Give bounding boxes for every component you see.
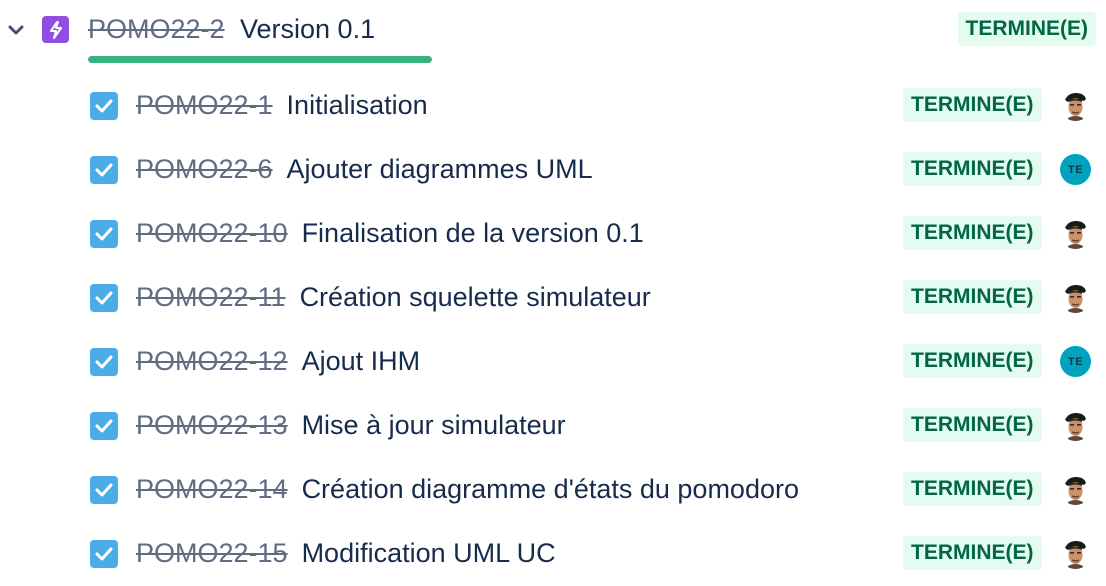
- issue-key-link[interactable]: POMO22-1: [136, 90, 273, 120]
- assignee-avatar[interactable]: [1060, 282, 1091, 313]
- issue-summary: Ajouter diagrammes UML: [286, 154, 593, 184]
- status-badge[interactable]: TERMINE(E): [903, 88, 1042, 122]
- child-issue-row: POMO22-15 Modification UML UC TERMINE(E): [0, 522, 1106, 586]
- assignee-avatar[interactable]: TE: [1060, 154, 1091, 185]
- issue-summary: Finalisation de la version 0.1: [301, 218, 644, 248]
- status-badge[interactable]: TERMINE(E): [903, 536, 1042, 570]
- issue-key-link[interactable]: POMO22-14: [136, 474, 288, 504]
- child-issue-row: POMO22-11 Création squelette simulateur T…: [0, 266, 1106, 330]
- checkbox-checked-icon[interactable]: [90, 348, 118, 376]
- issue-summary: Création diagramme d'états du pomodoro: [301, 474, 799, 504]
- checkbox-checked-icon[interactable]: [90, 220, 118, 248]
- issue-summary: Initialisation: [286, 90, 428, 120]
- issue-summary: Mise à jour simulateur: [301, 410, 566, 440]
- avatar-photo-icon: [1060, 218, 1091, 249]
- status-badge[interactable]: TERMINE(E): [903, 472, 1042, 506]
- issue-text: POMO22-6 Ajouter diagrammes UML: [136, 152, 593, 186]
- checkbox-checked-icon[interactable]: [90, 156, 118, 184]
- checkbox-checked-icon[interactable]: [90, 284, 118, 312]
- status-badge[interactable]: TERMINE(E): [903, 344, 1042, 378]
- issue-text: POMO22-10 Finalisation de la version 0.1: [136, 216, 644, 250]
- checkbox-checked-icon[interactable]: [90, 540, 118, 568]
- child-issue-row: POMO22-14 Création diagramme d'états du p…: [0, 458, 1106, 522]
- lightning-icon: [42, 16, 69, 43]
- child-issue-row: POMO22-13 Mise à jour simulateur TERMINE(…: [0, 394, 1106, 458]
- issue-text: POMO22-13 Mise à jour simulateur: [136, 408, 566, 442]
- issue-key-link[interactable]: POMO22-11: [136, 282, 286, 312]
- avatar-photo-icon: [1060, 90, 1091, 121]
- checkbox-checked-icon[interactable]: [90, 476, 118, 504]
- epic-row: POMO22-2 Version 0.1 TERMINE(E): [0, 0, 1106, 63]
- issue-text: POMO22-12 Ajout IHM: [136, 344, 420, 378]
- issue-summary: Modification UML UC: [301, 538, 556, 568]
- issue-summary: Création squelette simulateur: [299, 282, 651, 312]
- issue-text: POMO22-14 Création diagramme d'états du p…: [136, 472, 799, 506]
- epic-progress-fill: [88, 56, 432, 63]
- issue-key-link[interactable]: POMO22-6: [136, 154, 273, 184]
- avatar-photo-icon: [1060, 410, 1091, 441]
- avatar-photo-icon: [1060, 282, 1091, 313]
- issue-summary: Ajout IHM: [301, 346, 421, 376]
- avatar-photo-icon: [1060, 474, 1091, 505]
- assignee-avatar[interactable]: [1060, 218, 1091, 249]
- child-issue-row: POMO22-10 Finalisation de la version 0.1 …: [0, 202, 1106, 266]
- child-issue-row: POMO22-12 Ajout IHM TERMINE(E) TE: [0, 330, 1106, 394]
- issue-key-link[interactable]: POMO22-13: [136, 410, 288, 440]
- child-issue-list: POMO22-1 Initialisation TERMINE(E) POMO22…: [0, 74, 1106, 586]
- assignee-avatar[interactable]: [1060, 474, 1091, 505]
- issue-key-link[interactable]: POMO22-10: [136, 218, 288, 248]
- issue-text: POMO22-11 Création squelette simulateur: [136, 280, 651, 314]
- epic-key-link[interactable]: POMO22-2: [88, 12, 225, 46]
- checkbox-checked-icon[interactable]: [90, 92, 118, 120]
- status-badge[interactable]: TERMINE(E): [903, 152, 1042, 186]
- epic-progress-bar: [88, 56, 432, 63]
- issue-text: POMO22-15 Modification UML UC: [136, 536, 556, 570]
- chevron-down-icon[interactable]: [6, 20, 26, 40]
- epic-status-badge[interactable]: TERMINE(E): [957, 12, 1096, 46]
- status-badge[interactable]: TERMINE(E): [903, 408, 1042, 442]
- issue-key-link[interactable]: POMO22-12: [136, 346, 288, 376]
- issue-key-link[interactable]: POMO22-15: [136, 538, 288, 568]
- assignee-avatar[interactable]: [1060, 538, 1091, 569]
- assignee-avatar[interactable]: TE: [1060, 346, 1091, 377]
- avatar-photo-icon: [1060, 538, 1091, 569]
- issue-text: POMO22-1 Initialisation: [136, 88, 428, 122]
- child-issue-row: POMO22-6 Ajouter diagrammes UML TERMINE(E…: [0, 138, 1106, 202]
- status-badge[interactable]: TERMINE(E): [903, 216, 1042, 250]
- epic-summary: Version 0.1: [240, 14, 376, 44]
- assignee-avatar[interactable]: [1060, 90, 1091, 121]
- status-badge[interactable]: TERMINE(E): [903, 280, 1042, 314]
- checkbox-checked-icon[interactable]: [90, 412, 118, 440]
- assignee-avatar[interactable]: [1060, 410, 1091, 441]
- child-issue-row: POMO22-1 Initialisation TERMINE(E): [0, 74, 1106, 138]
